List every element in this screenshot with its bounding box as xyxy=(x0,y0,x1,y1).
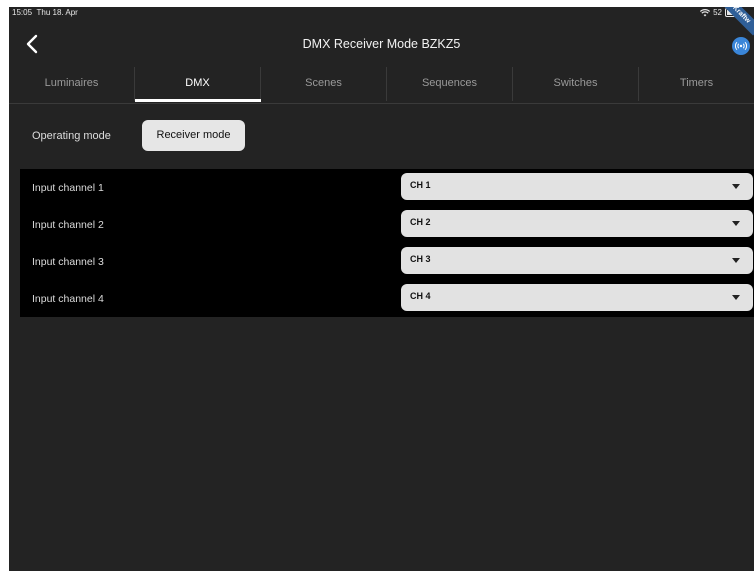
input-channel-2-label: Input channel 2 xyxy=(32,219,104,231)
broadcast-button[interactable] xyxy=(732,37,750,55)
page-title: DMX Receiver Mode BZKZ5 xyxy=(302,37,461,51)
input-channel-4-label: Input channel 4 xyxy=(32,293,104,305)
operating-mode-button[interactable]: Receiver mode xyxy=(142,120,245,151)
tab-switches[interactable]: Switches xyxy=(513,67,639,101)
input-channel-1-label: Input channel 1 xyxy=(32,182,104,194)
tab-bar: Luminaires DMX Scenes Sequences Switches… xyxy=(9,67,754,104)
ipad-screen: 15:05 Thu 18. Apr 52 Kraftw DMX Receiver… xyxy=(9,7,754,571)
battery-percent: 52 xyxy=(713,8,722,17)
broadcast-icon xyxy=(735,41,747,51)
dropdown-caret-icon xyxy=(732,295,740,300)
dropdown-caret-icon xyxy=(732,184,740,189)
input-channel-3-value: CH 3 xyxy=(410,254,431,264)
navigation-bar: DMX Receiver Mode BZKZ5 xyxy=(9,23,754,67)
input-channel-2-value: CH 2 xyxy=(410,217,431,227)
tab-luminaires[interactable]: Luminaires xyxy=(9,67,135,101)
dropdown-caret-icon xyxy=(732,221,740,226)
input-channel-3-label: Input channel 3 xyxy=(32,256,104,268)
status-date: Thu 18. Apr xyxy=(36,8,78,17)
status-time: 15:05 xyxy=(12,8,33,17)
input-channel-1-select[interactable]: CH 1 xyxy=(401,173,753,200)
input-channels-panel: Input channel 1 CH 1 Input channel 2 CH … xyxy=(20,169,754,317)
tab-scenes[interactable]: Scenes xyxy=(261,67,387,101)
tab-timers[interactable]: Timers xyxy=(639,67,754,101)
input-channel-2-select[interactable]: CH 2 xyxy=(401,210,753,237)
status-datetime: 15:05 Thu 18. Apr xyxy=(12,8,78,17)
input-channel-4-value: CH 4 xyxy=(410,291,431,301)
tab-sequences[interactable]: Sequences xyxy=(387,67,513,101)
active-tab-indicator xyxy=(135,99,261,102)
status-bar: 15:05 Thu 18. Apr 52 Kraftw xyxy=(9,7,754,36)
operating-mode-label: Operating mode xyxy=(32,130,111,142)
input-channel-4-select[interactable]: CH 4 xyxy=(401,284,753,311)
input-channel-3-select[interactable]: CH 3 xyxy=(401,247,753,274)
input-channel-1-value: CH 1 xyxy=(410,180,431,190)
wifi-icon xyxy=(700,8,711,16)
tab-dmx[interactable]: DMX xyxy=(135,67,261,101)
dropdown-caret-icon xyxy=(732,258,740,263)
